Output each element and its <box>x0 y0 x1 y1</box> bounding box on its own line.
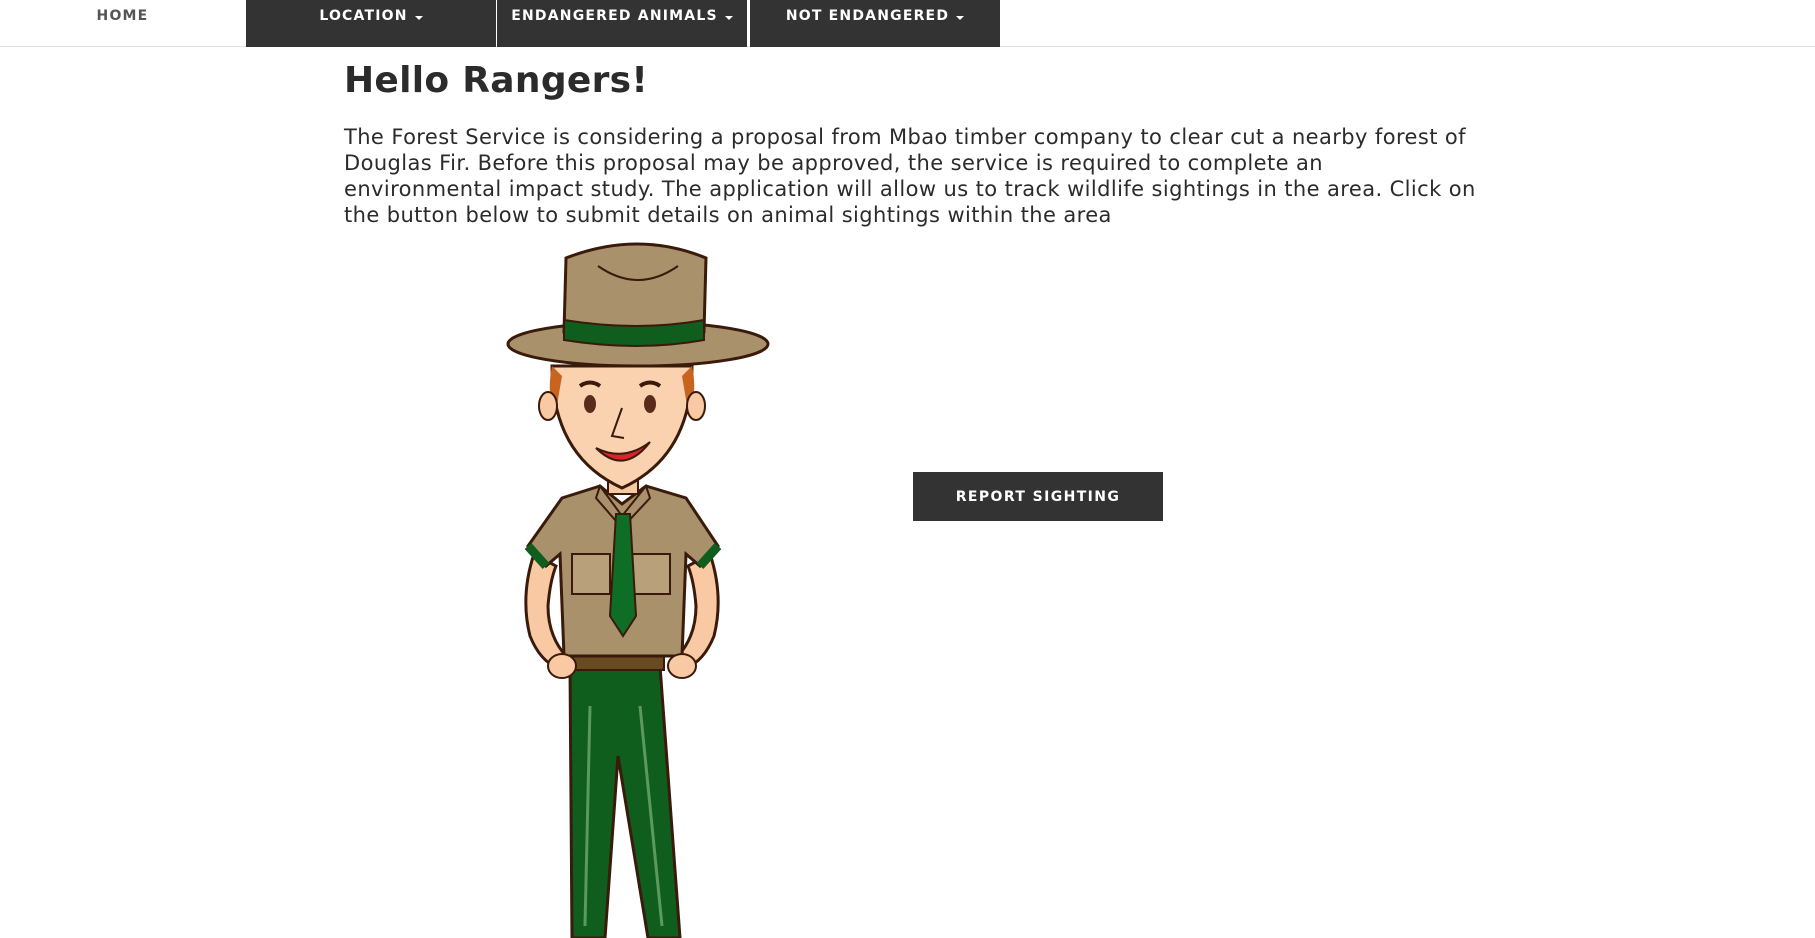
nav-not-endangered-dropdown[interactable]: NOT ENDANGERED <box>750 0 1000 47</box>
report-sighting-button[interactable]: REPORT SIGHTING <box>913 472 1163 521</box>
caret-down-icon <box>414 16 423 20</box>
navbar: HOME LOCATION ENDANGERED ANIMALS NOT END… <box>0 0 1815 47</box>
intro-paragraph: The Forest Service is considering a prop… <box>344 125 1476 227</box>
caret-down-icon <box>724 16 733 20</box>
nav-endangered-label: ENDANGERED ANIMALS <box>511 8 718 24</box>
nav-endangered-dropdown[interactable]: ENDANGERED ANIMALS <box>497 0 747 47</box>
nav-location-label: LOCATION <box>319 8 408 24</box>
nav-location-dropdown[interactable]: LOCATION <box>246 0 496 47</box>
caret-down-icon <box>956 16 965 20</box>
nav-home-label: HOME <box>96 8 149 24</box>
nav-not-endangered-label: NOT ENDANGERED <box>785 8 950 24</box>
nav-home-link[interactable]: HOME <box>0 0 245 47</box>
page-title: Hello Rangers! <box>344 60 649 101</box>
park-ranger-illustration <box>506 242 770 938</box>
